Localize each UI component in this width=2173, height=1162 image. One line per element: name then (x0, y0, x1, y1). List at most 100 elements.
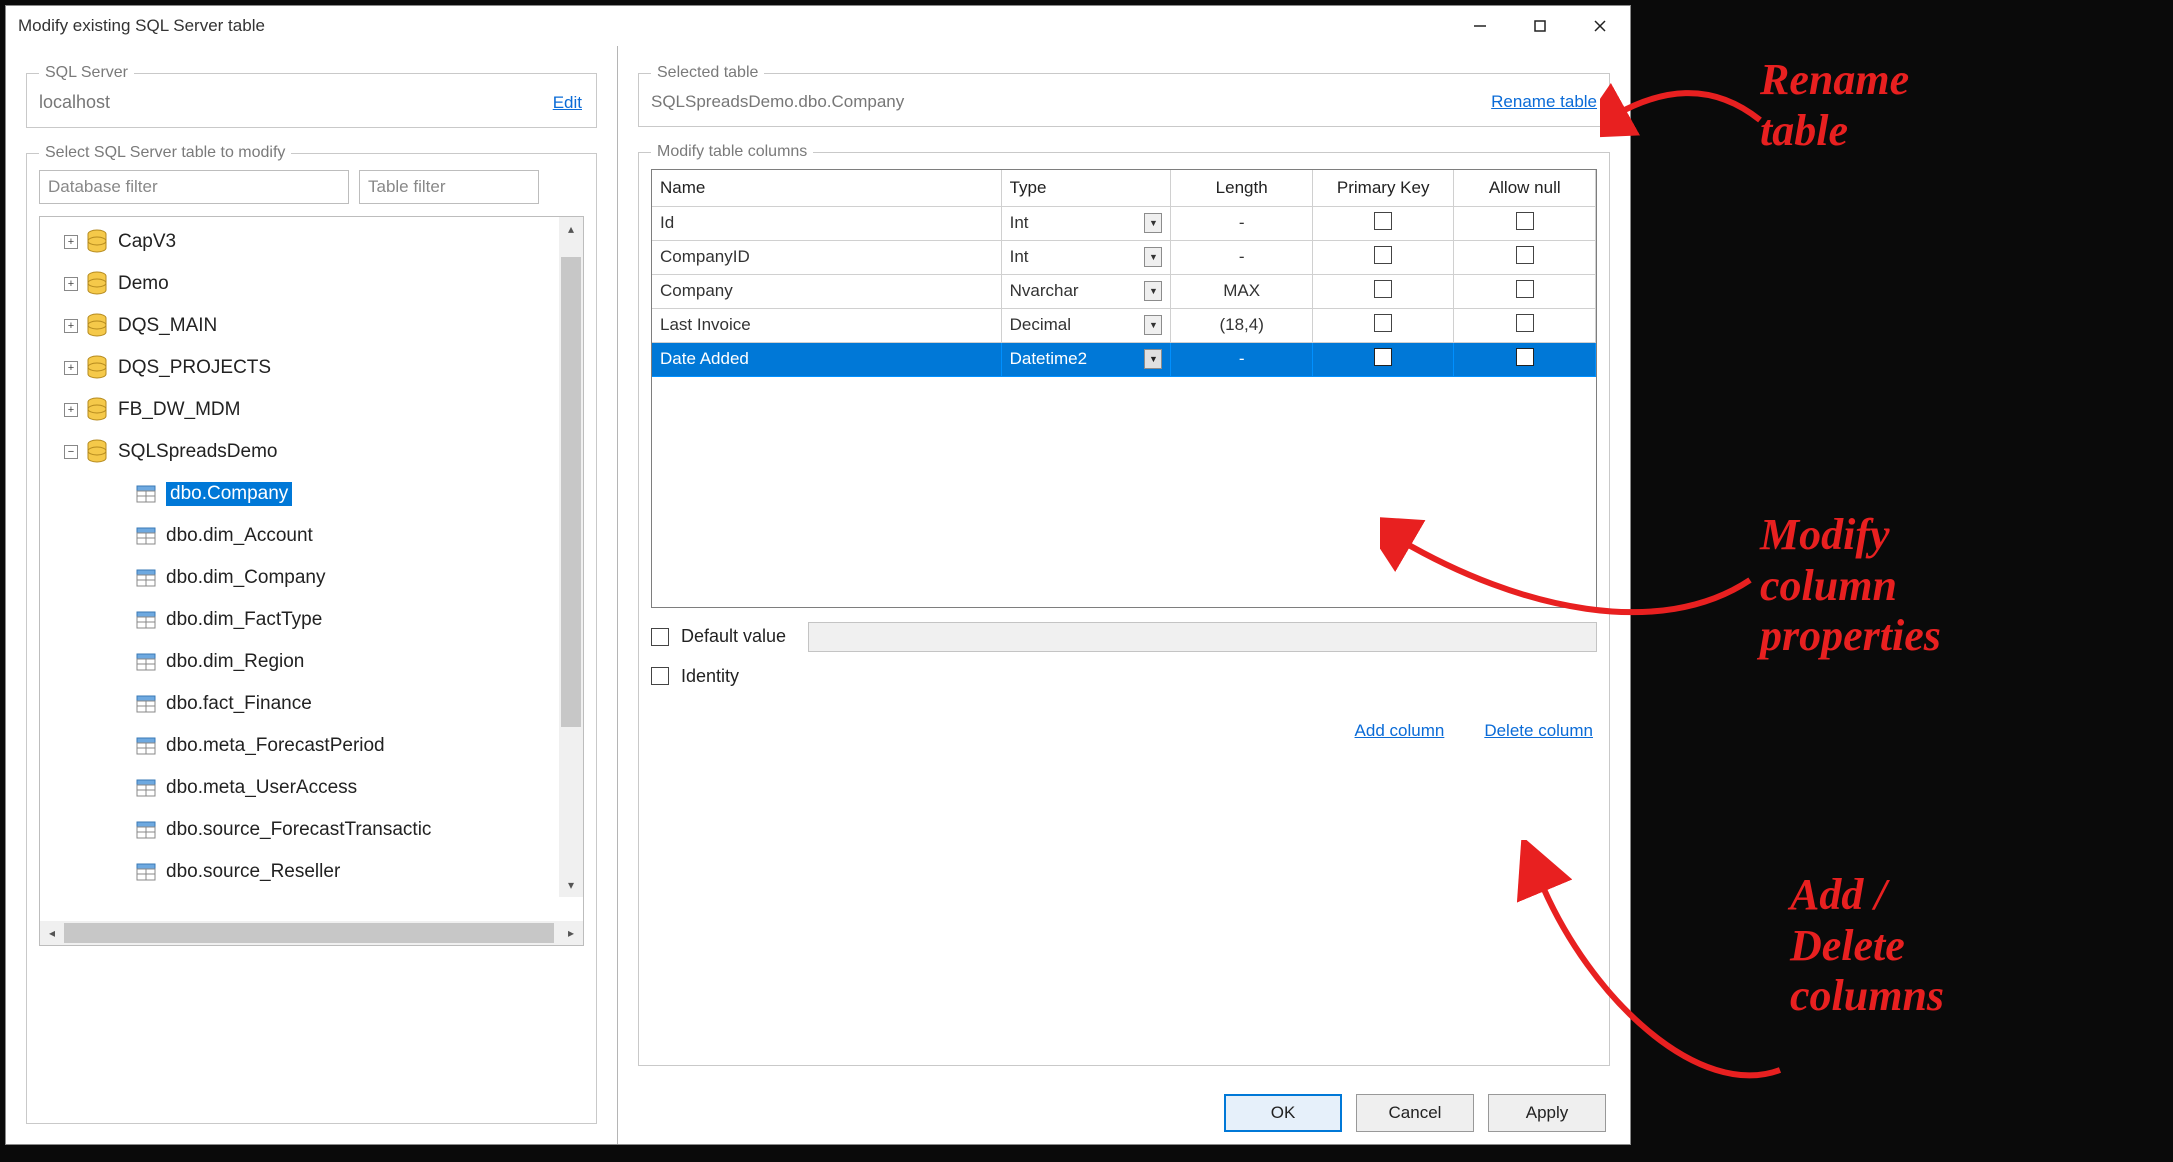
expand-icon[interactable]: + (64, 319, 78, 333)
scroll-up-icon[interactable]: ▴ (559, 217, 583, 241)
tree-table-source-forecasttransactic[interactable]: dbo.source_ForecastTransactic (40, 809, 583, 851)
tree-table-fact-finance[interactable]: dbo.fact_Finance (40, 683, 583, 725)
expand-icon[interactable]: + (64, 235, 78, 249)
col-header-pk[interactable]: Primary Key (1312, 170, 1454, 206)
expand-icon[interactable]: + (64, 403, 78, 417)
checkbox[interactable] (1516, 212, 1534, 230)
tree-db-fb-dw-mdm[interactable]: + FB_DW_MDM (40, 389, 583, 431)
checkbox[interactable] (1516, 280, 1534, 298)
grid-row[interactable]: IdInt▼- (652, 206, 1596, 240)
identity-checkbox[interactable] (651, 667, 669, 685)
tree-table-dim-company[interactable]: dbo.dim_Company (40, 557, 583, 599)
cell-length[interactable]: - (1171, 342, 1313, 376)
table-filter-input[interactable] (359, 170, 539, 204)
expand-icon[interactable]: + (64, 361, 78, 375)
cell-pk[interactable] (1312, 206, 1454, 240)
tree-table-meta-forecastperiod[interactable]: dbo.meta_ForecastPeriod (40, 725, 583, 767)
chevron-down-icon[interactable]: ▼ (1144, 213, 1162, 233)
col-header-name[interactable]: Name (652, 170, 1001, 206)
tree-table-dim-region[interactable]: dbo.dim_Region (40, 641, 583, 683)
chevron-down-icon[interactable]: ▼ (1144, 315, 1162, 335)
checkbox[interactable] (1516, 246, 1534, 264)
tree-db-dqs-projects[interactable]: + DQS_PROJECTS (40, 347, 583, 389)
tree-table-dim-account[interactable]: dbo.dim_Account (40, 515, 583, 557)
checkbox[interactable] (1374, 280, 1392, 298)
chevron-down-icon[interactable]: ▼ (1144, 349, 1162, 369)
add-column-link[interactable]: Add column (1355, 721, 1445, 741)
cell-pk[interactable] (1312, 342, 1454, 376)
col-header-type[interactable]: Type (1001, 170, 1171, 206)
columns-grid[interactable]: Name Type Length Primary Key Allow null … (651, 169, 1597, 608)
cell-type[interactable]: Int▼ (1001, 240, 1171, 274)
tree-table-meta-useraccess[interactable]: dbo.meta_UserAccess (40, 767, 583, 809)
scroll-thumb[interactable] (64, 923, 554, 943)
scroll-thumb[interactable] (561, 257, 581, 727)
checkbox[interactable] (1516, 348, 1534, 366)
cell-name[interactable]: Date Added (652, 342, 1001, 376)
tree-db-sqlspreadsdemo[interactable]: − SQLSpreadsDemo (40, 431, 583, 473)
checkbox[interactable] (1374, 348, 1392, 366)
identity-label: Identity (681, 666, 739, 687)
cell-allownull[interactable] (1454, 206, 1596, 240)
grid-row[interactable]: Last InvoiceDecimal▼(18,4) (652, 308, 1596, 342)
ok-button[interactable]: OK (1224, 1094, 1342, 1132)
cell-length[interactable]: - (1171, 206, 1313, 240)
tree-label: dbo.dim_Region (166, 651, 304, 673)
cell-type[interactable]: Datetime2▼ (1001, 342, 1171, 376)
default-value-input[interactable] (808, 622, 1597, 652)
default-value-checkbox[interactable] (651, 628, 669, 646)
cell-allownull[interactable] (1454, 274, 1596, 308)
grid-row[interactable]: CompanyNvarchar▼MAX (652, 274, 1596, 308)
cell-allownull[interactable] (1454, 308, 1596, 342)
grid-row[interactable]: CompanyIDInt▼- (652, 240, 1596, 274)
cell-type[interactable]: Nvarchar▼ (1001, 274, 1171, 308)
expand-icon[interactable]: + (64, 277, 78, 291)
cell-pk[interactable] (1312, 240, 1454, 274)
grid-blank-area[interactable] (652, 377, 1596, 607)
cell-allownull[interactable] (1454, 342, 1596, 376)
scroll-down-icon[interactable]: ▾ (559, 873, 583, 897)
cell-pk[interactable] (1312, 308, 1454, 342)
tree-table-company[interactable]: dbo.Company (40, 473, 583, 515)
chevron-down-icon[interactable]: ▼ (1144, 281, 1162, 301)
tree-view[interactable]: + CapV3 + Demo + (39, 216, 584, 946)
tree-db-capv3[interactable]: + CapV3 (40, 221, 583, 263)
grid-row[interactable]: Date AddedDatetime2▼- (652, 342, 1596, 376)
checkbox[interactable] (1374, 314, 1392, 332)
cell-name[interactable]: CompanyID (652, 240, 1001, 274)
scroll-left-icon[interactable]: ◂ (40, 921, 64, 945)
apply-button[interactable]: Apply (1488, 1094, 1606, 1132)
cell-allownull[interactable] (1454, 240, 1596, 274)
cell-type[interactable]: Int▼ (1001, 206, 1171, 240)
tree-table-dim-facttype[interactable]: dbo.dim_FactType (40, 599, 583, 641)
collapse-icon[interactable]: − (64, 445, 78, 459)
maximize-button[interactable] (1510, 6, 1570, 46)
edit-server-link[interactable]: Edit (553, 93, 582, 113)
checkbox[interactable] (1374, 212, 1392, 230)
delete-column-link[interactable]: Delete column (1484, 721, 1593, 741)
close-button[interactable] (1570, 6, 1630, 46)
checkbox[interactable] (1374, 246, 1392, 264)
chevron-down-icon[interactable]: ▼ (1144, 247, 1162, 267)
minimize-button[interactable] (1450, 6, 1510, 46)
cell-name[interactable]: Id (652, 206, 1001, 240)
cell-length[interactable]: (18,4) (1171, 308, 1313, 342)
cell-pk[interactable] (1312, 274, 1454, 308)
cell-name[interactable]: Company (652, 274, 1001, 308)
cell-type[interactable]: Decimal▼ (1001, 308, 1171, 342)
cell-name[interactable]: Last Invoice (652, 308, 1001, 342)
database-filter-input[interactable] (39, 170, 349, 204)
vertical-scrollbar[interactable]: ▴ ▾ (559, 217, 583, 897)
cell-length[interactable]: - (1171, 240, 1313, 274)
col-header-length[interactable]: Length (1171, 170, 1313, 206)
checkbox[interactable] (1516, 314, 1534, 332)
tree-db-demo[interactable]: + Demo (40, 263, 583, 305)
horizontal-scrollbar[interactable]: ◂ ▸ (40, 921, 583, 945)
scroll-right-icon[interactable]: ▸ (559, 921, 583, 945)
cancel-button[interactable]: Cancel (1356, 1094, 1474, 1132)
tree-table-source-reseller[interactable]: dbo.source_Reseller (40, 851, 583, 893)
col-header-allownull[interactable]: Allow null (1454, 170, 1596, 206)
cell-length[interactable]: MAX (1171, 274, 1313, 308)
rename-table-link[interactable]: Rename table (1491, 92, 1597, 112)
tree-db-dqs-main[interactable]: + DQS_MAIN (40, 305, 583, 347)
